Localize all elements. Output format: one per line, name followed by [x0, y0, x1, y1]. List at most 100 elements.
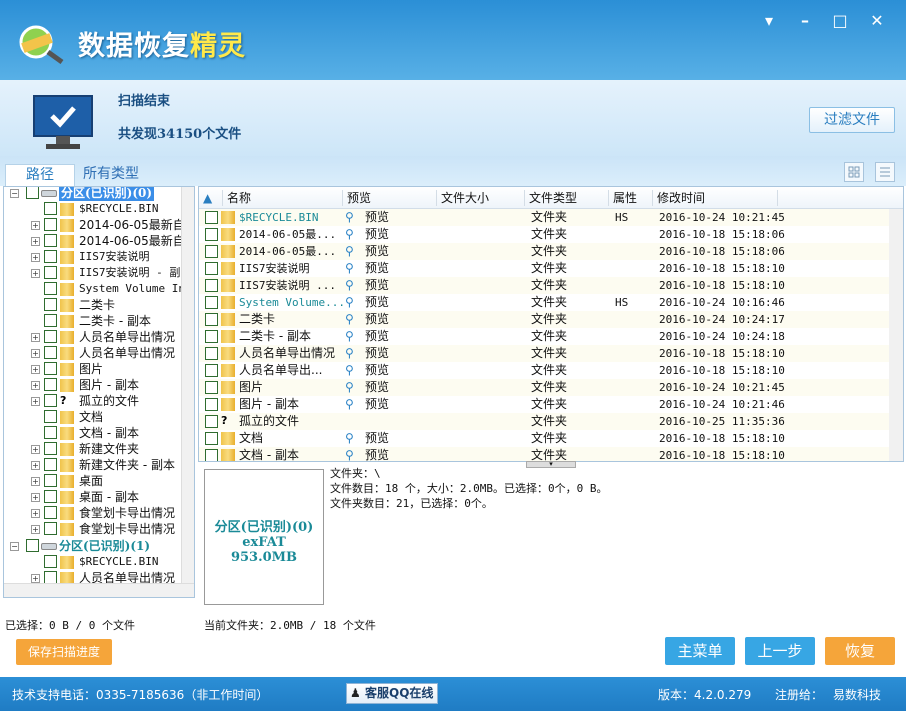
file-row[interactable]: 二类卡 - 副本 ⚲ 预览 文件夹 2016-10-24 10:24:18	[199, 328, 889, 345]
list-view-icon[interactable]	[875, 162, 895, 182]
row-checkbox[interactable]	[205, 211, 218, 224]
tree-checkbox[interactable]	[26, 539, 39, 552]
file-row[interactable]: 2014-06-05最... ⚲ 预览 文件夹 2016-10-18 15:18:06	[199, 226, 889, 243]
row-checkbox[interactable]	[205, 313, 218, 326]
tree-item[interactable]: 文档	[4, 409, 182, 425]
tree-expand-icon[interactable]: +	[31, 509, 40, 518]
tree-item[interactable]: + 食堂划卡导出情况	[4, 521, 182, 537]
tree-expand-icon[interactable]: +	[31, 525, 40, 534]
header-type[interactable]: 文件类型	[525, 190, 609, 206]
preview-link[interactable]: 预览	[365, 311, 389, 328]
file-row[interactable]: ? 孤立的文件 文件夹 2016-10-25 11:35:36	[199, 413, 889, 430]
preview-link[interactable]: 预览	[365, 362, 389, 379]
tree-item[interactable]: + 人员名单导出情况	[4, 345, 182, 361]
tree-expand-icon[interactable]: +	[31, 477, 40, 486]
tree-item[interactable]: + 图片 - 副本	[4, 377, 182, 393]
preview-search-icon[interactable]: ⚲	[345, 447, 354, 461]
main-menu-button[interactable]: 主菜单	[665, 637, 735, 665]
preview-search-icon[interactable]: ⚲	[345, 226, 354, 243]
preview-search-icon[interactable]: ⚲	[345, 209, 354, 226]
tree-checkbox[interactable]	[44, 282, 57, 295]
tree-checkbox[interactable]	[44, 202, 57, 215]
row-checkbox[interactable]	[205, 296, 218, 309]
preview-link[interactable]: 预览	[365, 260, 389, 277]
file-row[interactable]: 人员名单导出情况 ⚲ 预览 文件夹 2016-10-18 15:18:10	[199, 345, 889, 362]
tree-checkbox[interactable]	[44, 378, 57, 391]
preview-search-icon[interactable]: ⚲	[345, 345, 354, 362]
file-row[interactable]: 二类卡 ⚲ 预览 文件夹 2016-10-24 10:24:17	[199, 311, 889, 328]
tab-path[interactable]: 路径	[5, 164, 75, 186]
header-preview[interactable]: 预览	[343, 190, 437, 206]
maximize-icon[interactable]: □	[829, 10, 851, 32]
file-row[interactable]: $RECYCLE.BIN ⚲ 预览 文件夹 HS 2016-10-24 10:21:45	[199, 209, 889, 226]
tree-expand-icon[interactable]: +	[31, 461, 40, 470]
tree-checkbox[interactable]	[44, 458, 57, 471]
tree-checkbox[interactable]	[44, 218, 57, 231]
tree-vertical-scrollbar[interactable]	[181, 187, 194, 583]
file-row[interactable]: 文档 ⚲ 预览 文件夹 2016-10-18 15:18:10	[199, 430, 889, 447]
tree-checkbox[interactable]	[44, 234, 57, 247]
file-row[interactable]: 2014-06-05最... ⚲ 预览 文件夹 2016-10-18 15:18:06	[199, 243, 889, 260]
tree-checkbox[interactable]	[44, 362, 57, 375]
row-checkbox[interactable]	[205, 381, 218, 394]
tree-item[interactable]: + 新建文件夹	[4, 441, 182, 457]
tree-checkbox[interactable]	[44, 506, 57, 519]
tree-item[interactable]: + 人员名单导出情况	[4, 329, 182, 345]
tree-checkbox[interactable]	[44, 410, 57, 423]
file-row[interactable]: 图片 ⚲ 预览 文件夹 2016-10-24 10:21:45	[199, 379, 889, 396]
recover-button[interactable]: 恢复	[825, 637, 895, 665]
tree-partition[interactable]: − 分区(已识别)(0)	[4, 187, 182, 201]
tree-item[interactable]: $RECYCLE.BIN	[4, 201, 182, 217]
tree-checkbox[interactable]	[44, 474, 57, 487]
row-checkbox[interactable]	[205, 415, 218, 428]
tree-item[interactable]: + 桌面 - 副本	[4, 489, 182, 505]
minimize-icon[interactable]: –	[794, 10, 816, 32]
preview-search-icon[interactable]: ⚲	[345, 277, 354, 294]
tree-expand-icon[interactable]: −	[10, 542, 19, 551]
preview-search-icon[interactable]: ⚲	[345, 260, 354, 277]
preview-link[interactable]: 预览	[365, 243, 389, 260]
row-checkbox[interactable]	[205, 347, 218, 360]
file-row[interactable]: System Volume... ⚲ 预览 文件夹 HS 2016-10-24 10:16…	[199, 294, 889, 311]
preview-link[interactable]: 预览	[365, 226, 389, 243]
qq-support-button[interactable]: ♟ 客服QQ在线	[346, 683, 438, 704]
preview-link[interactable]: 预览	[365, 430, 389, 447]
tree-checkbox[interactable]	[44, 250, 57, 263]
tree-expand-icon[interactable]: +	[31, 381, 40, 390]
file-row[interactable]: 文档 - 副本 ⚲ 预览 文件夹 2016-10-18 15:18:10	[199, 447, 889, 461]
tree-expand-icon[interactable]: +	[31, 365, 40, 374]
folder-tree[interactable]: − 分区(已识别)(0) $RECYCLE.BIN +2014-06-05最新自助 +2…	[3, 186, 195, 598]
back-button[interactable]: 上一步	[745, 637, 815, 665]
sort-up-icon[interactable]: ▲	[199, 190, 223, 206]
tree-item[interactable]: 文档 - 副本	[4, 425, 182, 441]
preview-search-icon[interactable]: ⚲	[345, 243, 354, 260]
file-row[interactable]: IIS7安装说明 ... ⚲ 预览 文件夹 2016-10-18 15:18:10	[199, 277, 889, 294]
row-checkbox[interactable]	[205, 449, 218, 461]
tree-item[interactable]: 二类卡	[4, 297, 182, 313]
grid-view-icon[interactable]	[844, 162, 864, 182]
header-modified[interactable]: 修改时间	[653, 190, 778, 206]
file-row[interactable]: IIS7安装说明 ⚲ 预览 文件夹 2016-10-18 15:18:10	[199, 260, 889, 277]
row-checkbox[interactable]	[205, 279, 218, 292]
filter-files-button[interactable]: 过滤文件	[809, 107, 895, 133]
tree-expand-icon[interactable]: +	[31, 349, 40, 358]
file-list-scrollbar[interactable]	[889, 209, 903, 461]
tree-expand-icon[interactable]: +	[31, 253, 40, 262]
tree-item[interactable]: + 桌面	[4, 473, 182, 489]
preview-link[interactable]: 预览	[365, 328, 389, 345]
file-row[interactable]: 人员名单导出... ⚲ 预览 文件夹 2016-10-18 15:18:10	[199, 362, 889, 379]
tree-item[interactable]: 二类卡 - 副本	[4, 313, 182, 329]
tree-item[interactable]: + 新建文件夹 - 副本	[4, 457, 182, 473]
tree-checkbox[interactable]	[44, 490, 57, 503]
tree-item[interactable]: $RECYCLE.BIN	[4, 554, 182, 570]
tree-expand-icon[interactable]: +	[31, 493, 40, 502]
tab-all-types[interactable]: 所有类型	[80, 164, 142, 186]
row-checkbox[interactable]	[205, 330, 218, 343]
tree-checkbox[interactable]	[44, 522, 57, 535]
row-checkbox[interactable]	[205, 432, 218, 445]
tree-item[interactable]: + 图片	[4, 361, 182, 377]
close-icon[interactable]: ✕	[866, 10, 888, 32]
row-checkbox[interactable]	[205, 228, 218, 241]
tree-checkbox[interactable]	[44, 266, 57, 279]
preview-link[interactable]: 预览	[365, 379, 389, 396]
